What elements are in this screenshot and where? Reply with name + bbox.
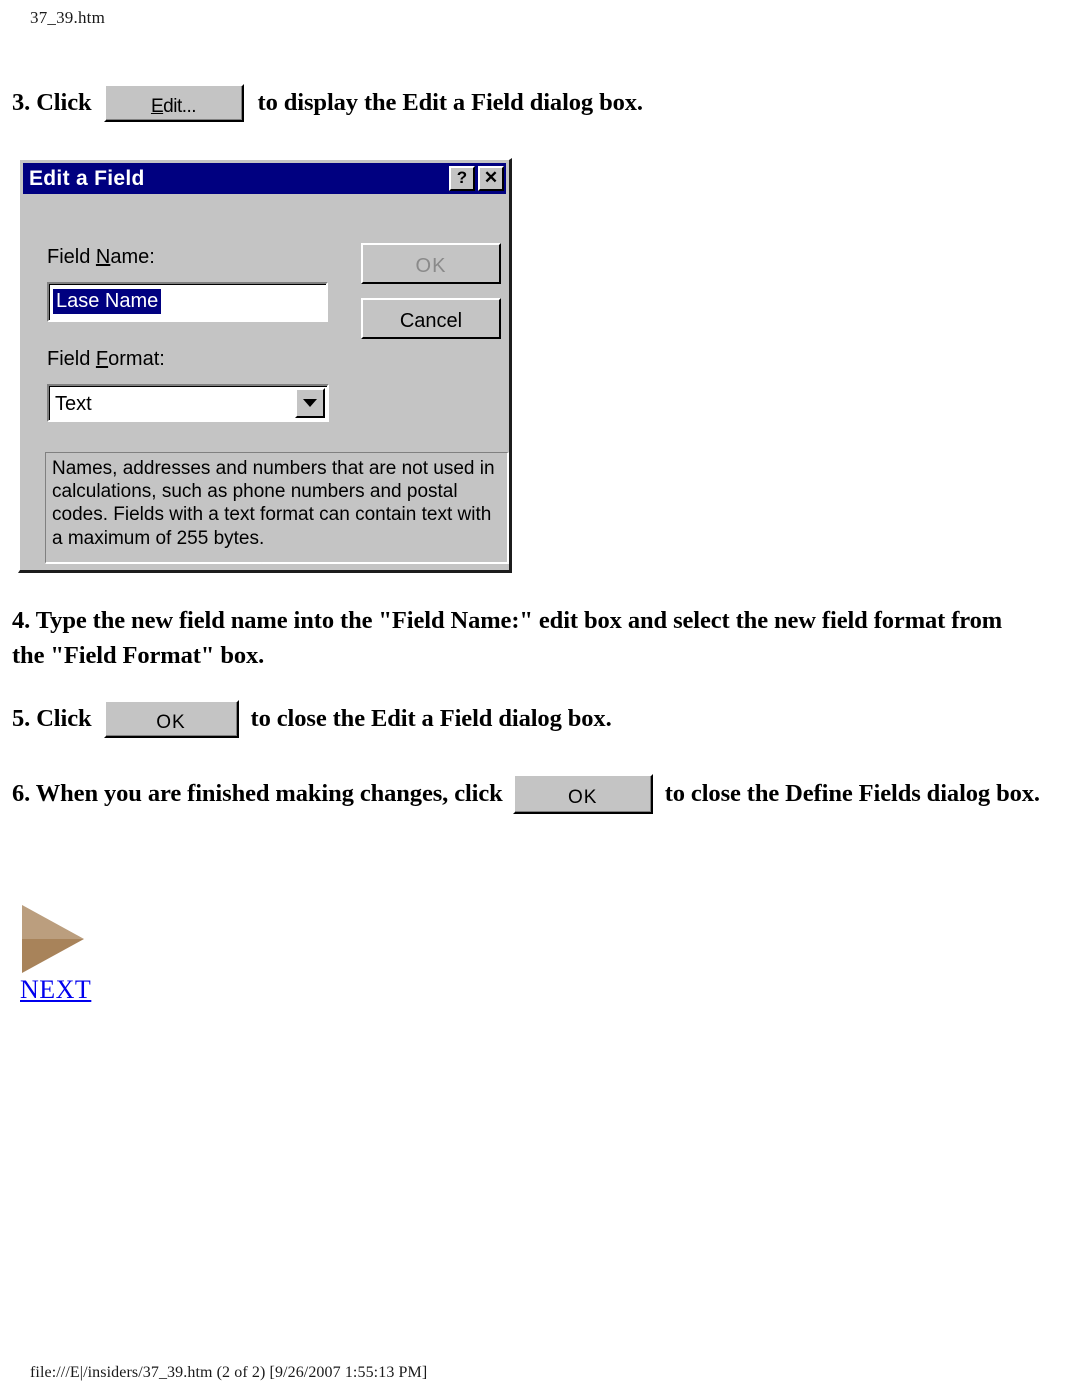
step-6-lead-text: 6. When you are finished making changes,… bbox=[12, 779, 503, 807]
step-3-lead-text: 3. Click bbox=[12, 88, 92, 116]
dialog-title: Edit a Field bbox=[29, 166, 145, 190]
help-icon[interactable]: ? bbox=[449, 166, 475, 191]
page-header-filename: 37_39.htm bbox=[30, 8, 105, 27]
next-link[interactable]: NEXT bbox=[20, 975, 91, 1005]
step-5: 5. Click OK to close the Edit a Field di… bbox=[12, 700, 612, 738]
field-format-selected-value: Text bbox=[55, 393, 92, 415]
field-name-input-value: Lase Name bbox=[53, 289, 162, 314]
step-5-ok-button[interactable]: OK bbox=[103, 700, 239, 738]
step-4: 4. Type the new field name into the "Fie… bbox=[12, 604, 1062, 674]
step-6-ok-button-label: OK bbox=[567, 787, 598, 808]
field-name-label-pre: Field bbox=[47, 246, 96, 268]
field-format-label: Field Format: bbox=[47, 348, 165, 371]
field-format-dropdown[interactable]: Text bbox=[47, 384, 329, 422]
dialog-ok-button-label: OK bbox=[415, 255, 447, 277]
step-6-ok-button[interactable]: OK bbox=[512, 774, 653, 814]
step-4-line-2: the "Field Format" box. bbox=[12, 641, 265, 669]
chevron-down-icon[interactable] bbox=[295, 388, 325, 418]
dialog-cancel-button-label: Cancel bbox=[399, 310, 463, 332]
edit-button-accel-char: E bbox=[150, 96, 164, 117]
page-footer-path: file:///E|/insiders/37_39.htm (2 of 2) [… bbox=[30, 1364, 428, 1381]
chevron-down-glyph bbox=[303, 399, 317, 407]
dialog-body: Field Name: Lase Name Field Format: Text… bbox=[23, 196, 509, 567]
field-format-description: Names, addresses and numbers that are no… bbox=[45, 452, 509, 564]
step-6: 6. When you are finished making changes,… bbox=[12, 774, 1040, 814]
dialog-title-bar: Edit a Field ? ✕ bbox=[23, 163, 506, 194]
step-6-trailing-text: to close the Define Fields dialog box. bbox=[664, 779, 1040, 807]
edit-button[interactable]: Edit... bbox=[103, 84, 244, 122]
step-5-ok-button-label: OK bbox=[156, 712, 186, 733]
field-format-label-post: ormat: bbox=[108, 348, 165, 370]
edit-button-label-rest: dit... bbox=[163, 96, 197, 117]
step-3: 3. Click Edit... to display the Edit a F… bbox=[12, 84, 643, 122]
field-name-input[interactable]: Lase Name bbox=[47, 282, 328, 322]
dialog-cancel-button[interactable]: Cancel bbox=[361, 298, 501, 339]
field-name-label: Field Name: bbox=[47, 246, 155, 269]
step-3-trailing-text: to display the Edit a Field dialog box. bbox=[257, 88, 644, 116]
field-format-label-pre: Field bbox=[47, 348, 96, 370]
step-5-trailing-text: to close the Edit a Field dialog box. bbox=[250, 704, 612, 732]
close-icon[interactable]: ✕ bbox=[478, 166, 504, 191]
edit-a-field-dialog: Edit a Field ? ✕ Field Name: Lase Name F… bbox=[18, 158, 512, 573]
field-name-accel-char: N bbox=[95, 246, 111, 268]
field-format-accel-char: F bbox=[95, 348, 109, 370]
step-4-line-1: 4. Type the new field name into the "Fie… bbox=[12, 607, 1003, 634]
edit-button-label: Edit... bbox=[106, 86, 242, 116]
dialog-ok-button[interactable]: OK bbox=[361, 243, 501, 284]
step-5-lead-text: 5. Click bbox=[12, 704, 92, 732]
field-name-label-post: ame: bbox=[110, 246, 155, 268]
